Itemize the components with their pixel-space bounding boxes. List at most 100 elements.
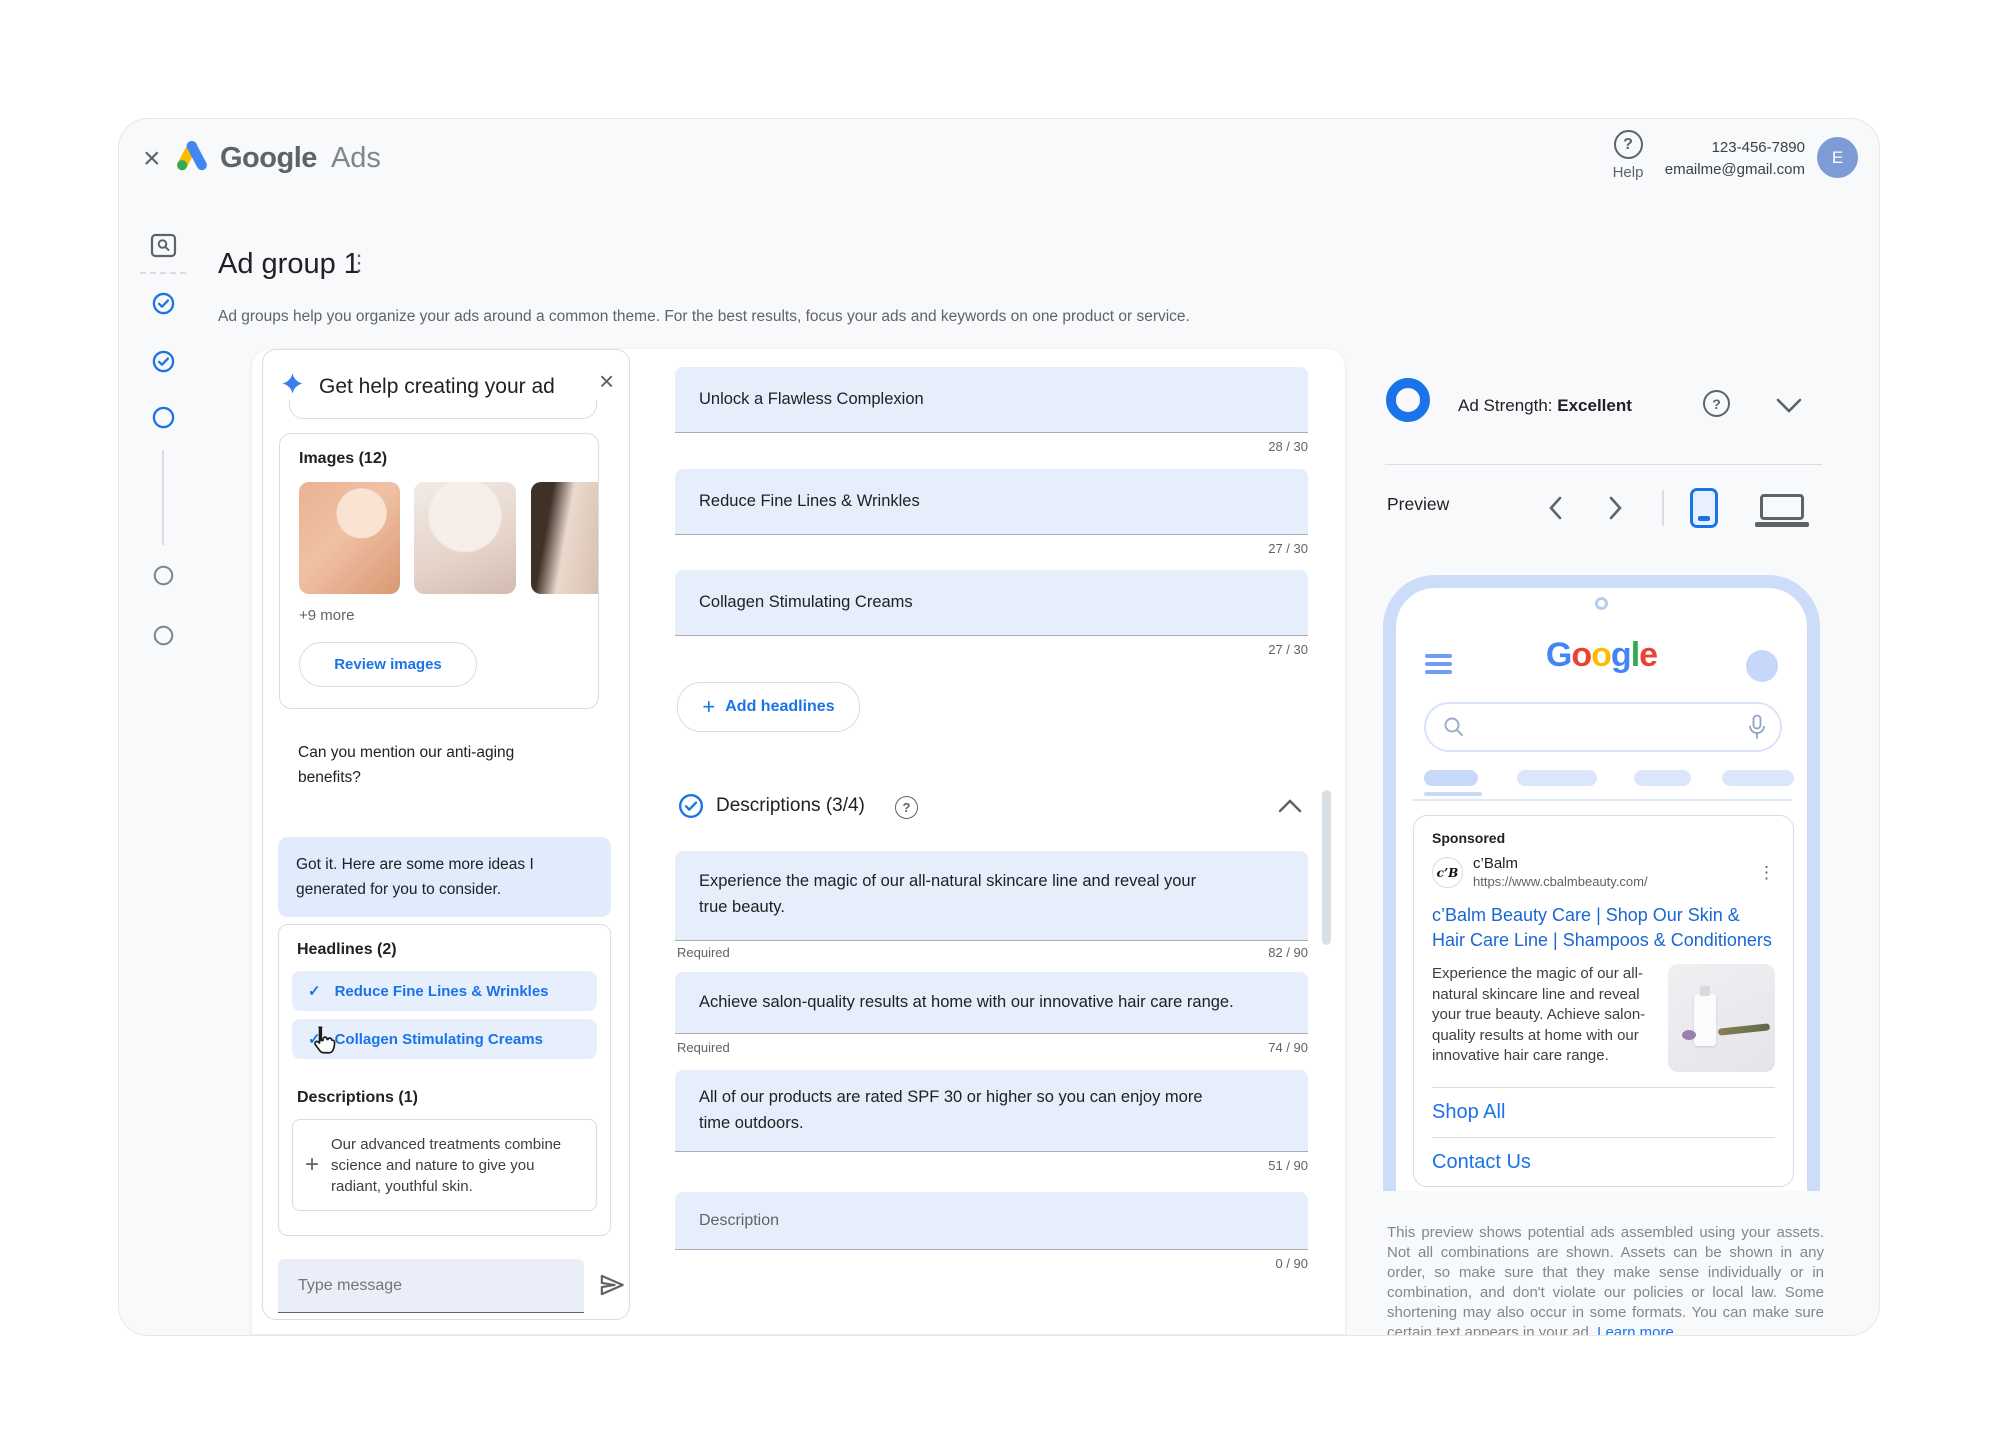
phone-avatar[interactable] — [1746, 650, 1778, 682]
phone-preview-clip: Google — [1383, 575, 1820, 1191]
page-title-kebab-icon[interactable]: ⋮ — [348, 252, 370, 274]
suggested-description-text: Our advanced treatments combine science … — [331, 1134, 579, 1197]
ad-headline-link[interactable]: c’Balm Beauty Care | Shop Our Skin & Hai… — [1432, 903, 1775, 953]
description-meta: 51 / 90 — [677, 1158, 1308, 1173]
sparkle-icon — [280, 372, 305, 402]
ad-product-image — [1668, 964, 1775, 1072]
sidebar-search-icon[interactable] — [150, 233, 177, 263]
image-thumbnail — [531, 482, 599, 594]
ad-strength-value: Excellent — [1557, 396, 1632, 415]
descriptions-help-icon[interactable]: ? — [895, 796, 918, 819]
learn-more-link[interactable]: Learn more — [1597, 1324, 1674, 1336]
brand-wordmark: Google Ads — [220, 142, 381, 175]
required-label: Required — [677, 945, 730, 960]
sitelink-contact-us[interactable]: Contact Us — [1432, 1151, 1775, 1174]
preview-disclaimer: This preview shows potential ads assembl… — [1387, 1223, 1824, 1336]
sidebar-step-5-icon[interactable] — [153, 625, 174, 651]
headline-counter: 27 / 30 — [675, 642, 1308, 657]
description-input[interactable]: All of our products are rated SPF 30 or … — [675, 1070, 1308, 1152]
sidebar-step-2-complete-icon[interactable] — [152, 350, 175, 378]
headline-counter: 28 / 30 — [675, 439, 1308, 454]
scrollbar-thumb[interactable] — [1322, 790, 1331, 945]
phone-search-input[interactable] — [1424, 702, 1782, 752]
disclaimer-text: This preview shows potential ads assembl… — [1387, 1224, 1824, 1336]
bot-chat-bubble: Got it. Here are some more ideas I gener… — [278, 837, 611, 917]
suggested-headline-text: Collagen Stimulating Creams — [335, 1031, 543, 1048]
section-check-icon — [678, 793, 704, 824]
assistant-panel: Get help creating your ad × Images (12) … — [262, 349, 630, 1320]
search-filter-chip[interactable] — [1634, 770, 1691, 786]
preview-next-chevron-right-icon[interactable] — [1608, 496, 1623, 525]
description-meta: Required82 / 90 — [677, 945, 1308, 960]
mobile-preview-icon[interactable] — [1690, 488, 1718, 528]
suggested-headline-text: Reduce Fine Lines & Wrinkles — [335, 983, 549, 1000]
sidebar-step-1-complete-icon[interactable] — [152, 292, 175, 320]
advertiser-name: c’Balm — [1473, 855, 1648, 874]
send-icon[interactable] — [597, 1270, 627, 1305]
user-chat-message: Can you mention our anti-aging benefits? — [298, 740, 553, 790]
headline-input[interactable]: Unlock a Flawless Complexion — [675, 367, 1308, 433]
description-meta: 0 / 90 — [677, 1256, 1308, 1271]
more-images-label: +9 more — [299, 607, 354, 624]
brand-ads: Ads — [331, 142, 381, 174]
account-info: 123-456-7890 emailme@gmail.com — [1620, 137, 1805, 181]
collapse-chevron-up-icon[interactable] — [1278, 799, 1302, 818]
preview-prev-chevron-left-icon[interactable] — [1548, 496, 1563, 525]
ad-strength-chevron-down-icon[interactable] — [1776, 398, 1802, 418]
search-filter-chip[interactable] — [1517, 770, 1597, 786]
account-email: emailme@gmail.com — [1620, 159, 1805, 181]
assistant-close-icon[interactable]: × — [599, 366, 614, 397]
plus-icon: + — [702, 694, 715, 720]
image-thumbnail — [299, 482, 400, 594]
suggested-headline-chip[interactable]: ✓ Reduce Fine Lines & Wrinkles — [292, 971, 597, 1011]
check-icon: ✓ — [308, 982, 321, 1000]
chat-message-input[interactable] — [278, 1259, 584, 1313]
review-images-button[interactable]: Review images — [299, 642, 477, 687]
desktop-preview-icon[interactable] — [1760, 494, 1809, 527]
page-title: Ad group 1 — [218, 248, 360, 281]
images-count-label: Images (12) — [299, 450, 387, 468]
search-filter-chip-active[interactable] — [1424, 770, 1478, 786]
ad-divider — [1432, 1087, 1775, 1088]
description-counter: 51 / 90 — [1268, 1158, 1308, 1173]
sidebar-step-4-icon[interactable] — [153, 565, 174, 591]
close-icon[interactable]: × — [143, 144, 161, 174]
description-counter: 0 / 90 — [1275, 1256, 1308, 1271]
search-icon — [1442, 715, 1466, 744]
screenshot-root: × Google Ads ? Help 123-456-7890 emailme… — [0, 0, 2000, 1451]
add-headlines-button[interactable]: + Add headlines — [677, 682, 860, 732]
sitelink-shop-all[interactable]: Shop All — [1432, 1101, 1775, 1124]
suggestions-card: Headlines (2) ✓ Reduce Fine Lines & Wrin… — [278, 924, 611, 1236]
headline-input[interactable]: Reduce Fine Lines & Wrinkles — [675, 469, 1308, 535]
bot-chat-text: Got it. Here are some more ideas I gener… — [296, 852, 568, 902]
image-thumbnail — [414, 482, 516, 594]
suggested-headline-chip[interactable]: ✓ Collagen Stimulating Creams — [292, 1019, 597, 1059]
scrolled-card-remnant — [289, 400, 597, 419]
description-input[interactable]: Achieve salon-quality results at home wi… — [675, 972, 1308, 1034]
check-icon: ✓ — [308, 1030, 321, 1048]
avatar[interactable]: E — [1817, 137, 1858, 178]
headline-input[interactable]: Collagen Stimulating Creams — [675, 570, 1308, 636]
description-input[interactable]: Experience the magic of our all-natural … — [675, 851, 1308, 941]
mic-icon[interactable] — [1748, 714, 1766, 746]
ad-strength-help-icon[interactable]: ? — [1703, 390, 1730, 417]
descriptions-header: Descriptions (3/4) — [716, 795, 865, 817]
active-tab-indicator — [1424, 792, 1482, 796]
suggested-headlines-label: Headlines (2) — [297, 941, 397, 959]
ad-kebab-icon[interactable]: ⋮ — [1758, 864, 1775, 881]
right-divider — [1385, 464, 1822, 465]
ad-strength-ring — [1386, 378, 1430, 422]
ad-preview-card: Sponsored c’B c’Balm https://www.cbalmbe… — [1413, 815, 1794, 1187]
suggested-description-item[interactable]: + Our advanced treatments combine scienc… — [292, 1119, 597, 1211]
page-subtitle: Ad groups help you organize your ads aro… — [218, 308, 1190, 326]
description-input-empty[interactable]: Description — [675, 1192, 1308, 1250]
sidebar-step-3-current-icon[interactable] — [152, 406, 175, 434]
suggested-descriptions-label: Descriptions (1) — [297, 1089, 418, 1107]
advertiser-url: https://www.cbalmbeauty.com/ — [1473, 874, 1648, 890]
required-label: Required — [677, 1040, 730, 1055]
brand-google: Google — [220, 142, 317, 174]
sponsored-label: Sponsored — [1432, 830, 1775, 846]
search-filter-chip[interactable] — [1722, 770, 1794, 786]
assistant-title: Get help creating your ad — [319, 375, 555, 399]
google-ads-modal-window: × Google Ads ? Help 123-456-7890 emailme… — [118, 118, 1880, 1336]
